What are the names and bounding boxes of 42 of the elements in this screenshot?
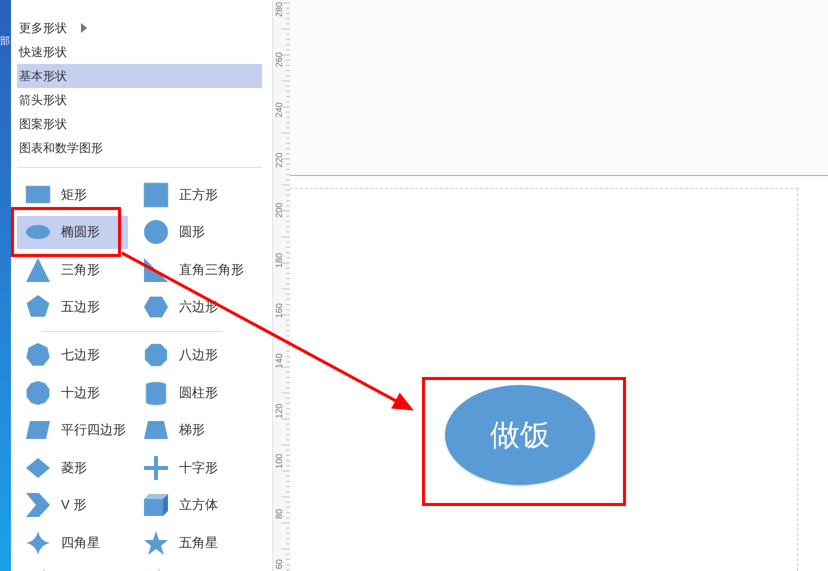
menu-item[interactable]: 图表和数学图形 — [17, 136, 262, 160]
shape-item[interactable]: 四角星 — [17, 526, 128, 559]
decagon-icon — [25, 380, 51, 406]
menu-item[interactable]: 箭头形状 — [17, 88, 262, 112]
shape-item[interactable]: 十边形 — [17, 376, 128, 409]
menu-item[interactable]: 图案形状 — [17, 112, 262, 136]
cross-icon — [143, 454, 169, 480]
star-icon — [143, 530, 169, 556]
four-point-star-icon — [25, 530, 51, 556]
vertical-ruler: 280 260 240 220 200 180 160 140 120 100 80 60 — [272, 0, 290, 571]
shape-item[interactable]: 正方形 — [135, 178, 246, 211]
cube-icon — [143, 492, 169, 518]
shape-item[interactable]: 椭圆形 — [17, 216, 128, 248]
menu-item[interactable]: 更多形状 — [17, 16, 262, 40]
square-icon — [143, 182, 169, 208]
shape-item[interactable]: 立方体 — [135, 488, 246, 522]
menu-item[interactable]: 基本形状 — [17, 64, 262, 88]
shape-item[interactable]: 梯形 — [135, 414, 246, 446]
hexagon-icon — [143, 294, 169, 320]
shape-item[interactable]: 平行四边形 — [17, 414, 128, 446]
circle-icon — [143, 219, 169, 245]
chevron-icon — [25, 492, 51, 518]
shape-item[interactable]: 矩形 — [17, 178, 128, 211]
shape-item[interactable]: 菱形 — [17, 451, 128, 484]
shape-item[interactable]: 五角星 — [135, 526, 246, 559]
shape-item[interactable]: V 形 — [17, 488, 128, 522]
triangle-icon — [25, 256, 51, 282]
shape-item[interactable]: 直角三角形 — [135, 253, 246, 286]
shape-item[interactable]: 圆柱形 — [135, 376, 246, 409]
cylinder-icon — [143, 380, 169, 406]
shape-item[interactable]: 十字形 — [135, 451, 246, 484]
shape-item[interactable]: 七边形 — [17, 338, 128, 372]
menu-item[interactable]: 快速形状 — [17, 40, 262, 64]
shape-text: 做饭 — [490, 418, 550, 454]
octagon-icon — [143, 342, 169, 368]
shape-item[interactable]: 五边形 — [17, 290, 128, 324]
heptagon-icon — [25, 342, 51, 368]
shape-item[interactable]: 八边形 — [135, 338, 246, 372]
right-triangle-icon — [143, 256, 169, 282]
shape-item[interactable]: 圆形 — [135, 216, 246, 248]
shape-item[interactable]: 三角形 — [17, 253, 128, 286]
desktop-label: 部 — [0, 37, 10, 47]
